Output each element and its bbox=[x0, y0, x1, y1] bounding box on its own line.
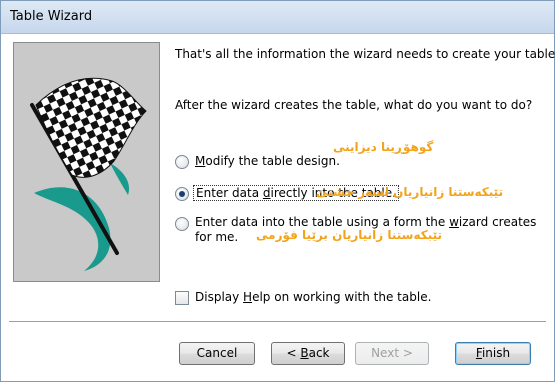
radio-modify-design[interactable] bbox=[175, 155, 189, 169]
next-button[interactable]: Next > bbox=[355, 342, 429, 365]
wizard-art-panel bbox=[13, 42, 160, 282]
option-modify-label[interactable]: Modify the table design. bbox=[195, 154, 340, 168]
table-wizard-window: Table Wizard That bbox=[0, 0, 555, 382]
display-help-checkbox[interactable] bbox=[175, 291, 189, 305]
title-bar: Table Wizard bbox=[1, 1, 554, 34]
cancel-button[interactable]: Cancel bbox=[179, 342, 255, 365]
annotation-enter-data: تێبکەستنا زانیاریان لسەر خشتێ bbox=[316, 185, 503, 199]
display-help-label[interactable]: Display Help on working with the table. bbox=[195, 290, 431, 304]
finish-button[interactable]: Finish bbox=[455, 342, 531, 365]
question-text: After the wizard creates the table, what… bbox=[175, 98, 532, 112]
radio-enter-data-directly[interactable] bbox=[175, 187, 189, 201]
back-button[interactable]: < Back bbox=[271, 342, 345, 365]
intro-text: That's all the information the wizard ne… bbox=[175, 47, 555, 61]
annotation-form: تێبکەستنا زانیاریان برێیا فۆرمی bbox=[256, 228, 442, 242]
annotation-modify: گوهۆڕینا دیزاینی bbox=[333, 140, 433, 154]
option-form-label[interactable]: Enter data into the table using a form t… bbox=[195, 215, 536, 229]
window-title: Table Wizard bbox=[10, 9, 92, 24]
separator-line bbox=[9, 321, 546, 323]
checkered-flag-icon bbox=[14, 43, 159, 281]
wizard-content: That's all the information the wizard ne… bbox=[9, 34, 546, 374]
radio-enter-data-form[interactable] bbox=[175, 217, 189, 231]
option-form-label-line2[interactable]: for me. bbox=[195, 230, 238, 244]
